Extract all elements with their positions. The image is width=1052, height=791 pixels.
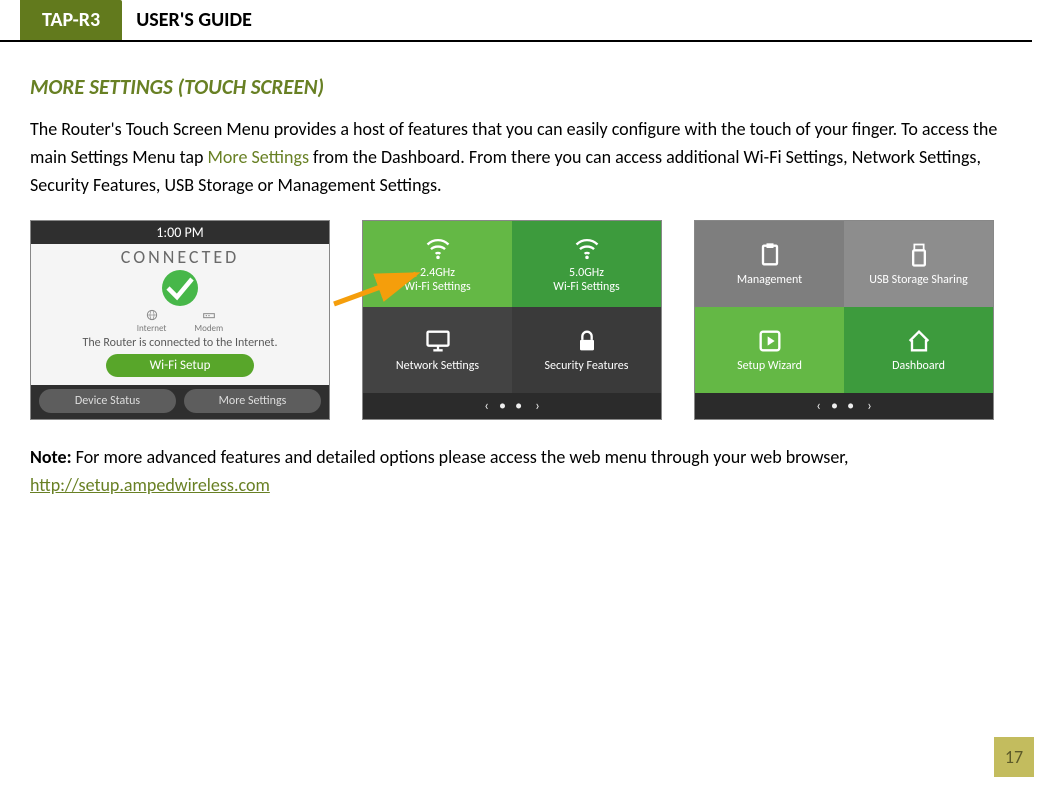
screenshots-row: 1:00 PM CONNECTED Internet Modem bbox=[30, 220, 1022, 420]
note-paragraph: Note: For more advanced features and det… bbox=[30, 444, 1022, 500]
tile-5ghz-wifi[interactable]: 5.0GHz Wi-Fi Settings bbox=[512, 221, 661, 307]
tile-security-features[interactable]: Security Features bbox=[512, 307, 661, 393]
clipboard-icon bbox=[756, 241, 784, 269]
internet-label: Internet bbox=[137, 323, 167, 334]
network-icon bbox=[424, 327, 452, 355]
intro-paragraph: The Router's Touch Screen Menu provides … bbox=[30, 116, 1022, 200]
section-title: MORE SETTINGS (TOUCH SCREEN) bbox=[30, 74, 1022, 100]
nav-right-icon[interactable]: › bbox=[867, 397, 872, 414]
tile-label: Security Features bbox=[545, 359, 629, 373]
usb-icon bbox=[905, 241, 933, 269]
page-number: 17 bbox=[994, 737, 1034, 777]
nav-dots: • • bbox=[499, 397, 525, 414]
tile-setup-wizard[interactable]: Setup Wizard bbox=[695, 307, 844, 393]
tile-label: Management bbox=[737, 273, 802, 287]
note-label: Note: bbox=[30, 446, 72, 468]
settings-grid-screenshot-1: 2.4GHz Wi-Fi Settings 5.0GHz Wi-Fi Setti… bbox=[362, 220, 662, 420]
nav-left-icon[interactable]: ‹ bbox=[816, 397, 821, 414]
modem-label: Modem bbox=[194, 323, 223, 334]
tile-label: 5.0GHz Wi-Fi Settings bbox=[553, 266, 619, 294]
play-icon bbox=[756, 327, 784, 355]
tile-label: 2.4GHz Wi-Fi Settings bbox=[404, 266, 470, 294]
more-settings-button[interactable]: More Settings bbox=[184, 389, 321, 413]
tile-label: USB Storage Sharing bbox=[869, 273, 968, 287]
tile-management[interactable]: Management bbox=[695, 221, 844, 307]
statusbar-time: 1:00 PM bbox=[31, 221, 329, 244]
home-icon bbox=[905, 327, 933, 355]
wifi-setup-button[interactable]: Wi-Fi Setup bbox=[106, 354, 255, 377]
globe-icon bbox=[144, 308, 160, 322]
setup-url-link[interactable]: http://setup.ampedwireless.com bbox=[30, 474, 270, 496]
nav-left-icon[interactable]: ‹ bbox=[484, 397, 489, 414]
connected-label: CONNECTED bbox=[121, 246, 240, 268]
tile-dashboard[interactable]: Dashboard bbox=[844, 307, 993, 393]
device-status-button[interactable]: Device Status bbox=[39, 389, 176, 413]
product-tab: TAP-R3 bbox=[20, 0, 122, 40]
page-header: TAP-R3 USER'S GUIDE bbox=[0, 0, 1032, 42]
tile-label: Dashboard bbox=[892, 359, 945, 373]
dashboard-screenshot: 1:00 PM CONNECTED Internet Modem bbox=[30, 220, 330, 420]
note-text: For more advanced features and detailed … bbox=[72, 446, 849, 468]
tile-usb-storage[interactable]: USB Storage Sharing bbox=[844, 221, 993, 307]
connected-message: The Router is connected to the Internet. bbox=[83, 336, 278, 350]
tile-network-settings[interactable]: Network Settings bbox=[363, 307, 512, 393]
settings-grid-screenshot-2: Management USB Storage Sharing Setup Wiz… bbox=[694, 220, 994, 420]
wifi-icon bbox=[424, 234, 452, 262]
modem-icon bbox=[201, 308, 217, 322]
wifi-icon bbox=[573, 234, 601, 262]
nav-right-icon[interactable]: › bbox=[535, 397, 540, 414]
nav-dots: • • bbox=[831, 397, 857, 414]
tile-label: Network Settings bbox=[396, 359, 479, 373]
check-icon bbox=[162, 270, 198, 306]
lock-icon bbox=[573, 327, 601, 355]
more-settings-inline: More Settings bbox=[208, 146, 309, 168]
tile-label: Setup Wizard bbox=[737, 359, 802, 373]
tile-24ghz-wifi[interactable]: 2.4GHz Wi-Fi Settings bbox=[363, 221, 512, 307]
guide-title: USER'S GUIDE bbox=[122, 0, 266, 40]
